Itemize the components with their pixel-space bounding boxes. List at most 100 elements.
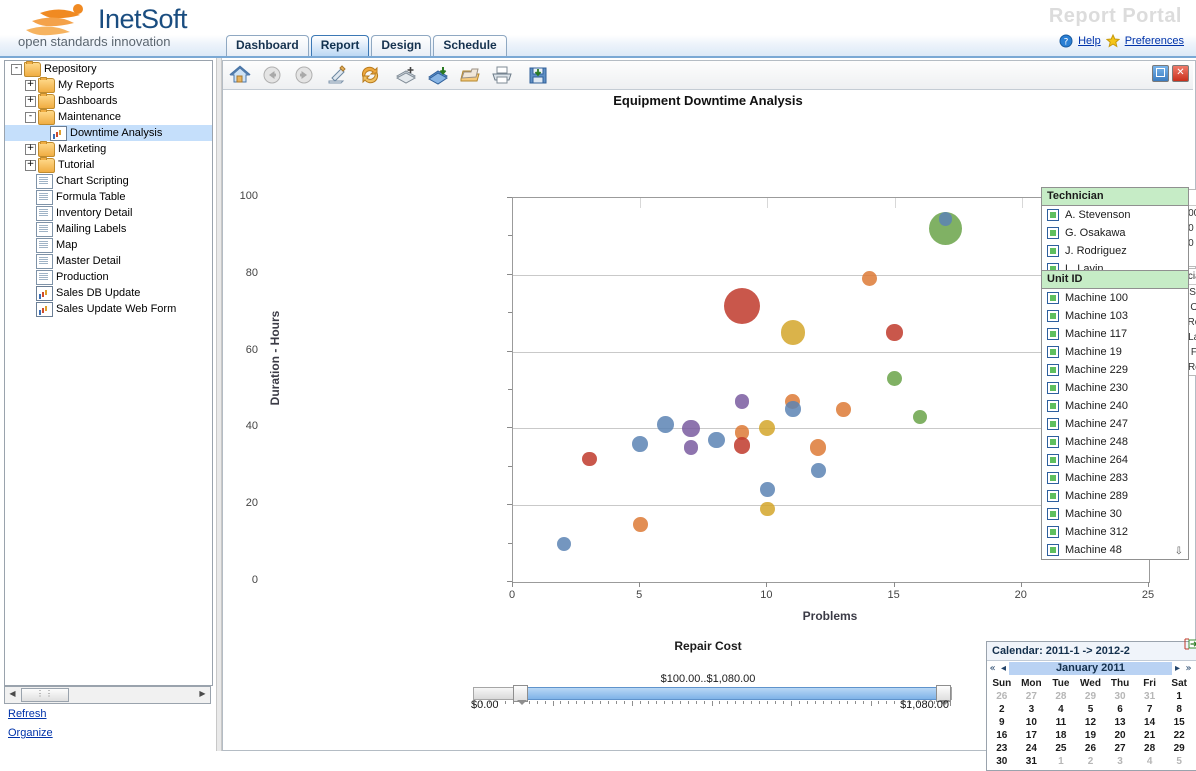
checkbox-icon[interactable] xyxy=(1047,382,1059,394)
save-bookmark-icon[interactable] xyxy=(427,65,449,85)
tree-item-marketing[interactable]: +Marketing xyxy=(5,141,212,157)
calendar-day[interactable]: 30 xyxy=(987,755,1017,768)
data-point[interactable] xyxy=(785,401,800,416)
open-folder-icon[interactable] xyxy=(459,65,481,85)
calendar-day[interactable]: 28 xyxy=(1046,690,1076,703)
calendar-last-button[interactable]: » xyxy=(1183,663,1194,674)
selection-item[interactable]: Machine 19 xyxy=(1042,343,1188,361)
preferences-link[interactable]: Preferences xyxy=(1125,35,1184,47)
tree-toggle-icon[interactable]: + xyxy=(25,80,36,91)
calendar-next-button[interactable]: ▸ xyxy=(1172,663,1183,674)
selection-item[interactable]: Machine 283 xyxy=(1042,469,1188,487)
star-icon[interactable] xyxy=(1106,34,1120,48)
calendar-day[interactable]: 8 xyxy=(1164,703,1194,716)
calendar-day[interactable]: 6 xyxy=(1105,703,1135,716)
drag-arrow-icon[interactable] xyxy=(1183,638,1196,651)
selection-item[interactable]: Machine 247 xyxy=(1042,415,1188,433)
data-point[interactable] xyxy=(724,288,760,324)
selection-item[interactable]: Machine 103 xyxy=(1042,307,1188,325)
tree-item-map[interactable]: Map xyxy=(5,237,212,253)
selection-item[interactable]: Machine 117 xyxy=(1042,325,1188,343)
tab-report[interactable]: Report xyxy=(311,35,370,56)
selection-item[interactable]: Machine 289 xyxy=(1042,487,1188,505)
selection-item[interactable]: Machine 100 xyxy=(1042,289,1188,307)
tree-item-master-detail[interactable]: Master Detail xyxy=(5,253,212,269)
calendar-day[interactable]: 21 xyxy=(1135,729,1165,742)
selection-item[interactable]: A. Stevenson xyxy=(1042,206,1188,224)
data-point[interactable] xyxy=(735,394,750,409)
checkbox-icon[interactable] xyxy=(1047,328,1059,340)
calendar-day[interactable]: 24 xyxy=(1017,742,1047,755)
calendar-day[interactable]: 26 xyxy=(1076,742,1106,755)
tree-item-formula-table[interactable]: Formula Table xyxy=(5,189,212,205)
data-point[interactable] xyxy=(759,420,775,436)
repository-tree[interactable]: -Repository+My Reports+Dashboards-Mainte… xyxy=(4,60,213,686)
calendar-day[interactable]: 14 xyxy=(1135,716,1165,729)
selection-item[interactable]: Machine 264 xyxy=(1042,451,1188,469)
data-point[interactable] xyxy=(760,482,775,497)
calendar-day[interactable]: 27 xyxy=(1017,690,1047,703)
calendar-day[interactable]: 3 xyxy=(1105,755,1135,768)
tree-horizontal-scrollbar[interactable]: ◀ ⋮⋮ ▶ xyxy=(4,686,211,704)
calendar-day[interactable]: 3 xyxy=(1017,703,1047,716)
calendar-day[interactable]: 29 xyxy=(1076,690,1106,703)
data-point[interactable] xyxy=(913,410,927,424)
slider-selected-range[interactable] xyxy=(519,687,945,700)
tree-toggle-icon[interactable]: + xyxy=(25,144,36,155)
tree-item-my-reports[interactable]: +My Reports xyxy=(5,77,212,93)
data-point[interactable] xyxy=(886,324,902,340)
data-point[interactable] xyxy=(632,436,648,452)
tree-item-repository[interactable]: -Repository xyxy=(5,61,212,77)
data-point[interactable] xyxy=(781,320,806,345)
selection-item[interactable]: Machine 248 xyxy=(1042,433,1188,451)
selection-list-unit-id[interactable]: Unit ID Machine 100Machine 103Machine 11… xyxy=(1041,270,1189,560)
organize-link[interactable]: Organize xyxy=(8,727,53,739)
checkbox-icon[interactable] xyxy=(1047,364,1059,376)
checkbox-icon[interactable] xyxy=(1047,346,1059,358)
data-point[interactable] xyxy=(582,452,597,467)
calendar-day[interactable]: 27 xyxy=(1105,742,1135,755)
checkbox-icon[interactable] xyxy=(1047,292,1059,304)
data-point[interactable] xyxy=(708,432,724,448)
maximize-button[interactable] xyxy=(1152,65,1169,82)
scroll-right-arrow-icon[interactable]: ▶ xyxy=(196,688,209,700)
selection-item[interactable]: Machine 229 xyxy=(1042,361,1188,379)
calendar-day[interactable]: 20 xyxy=(1105,729,1135,742)
tab-dashboard[interactable]: Dashboard xyxy=(226,35,309,56)
tree-item-sales-db-update[interactable]: Sales DB Update xyxy=(5,285,212,301)
calendar-day[interactable]: 11 xyxy=(1046,716,1076,729)
selection-item[interactable]: Machine 48 xyxy=(1042,541,1188,559)
scroll-left-arrow-icon[interactable]: ◀ xyxy=(6,688,19,700)
slider-handle-min[interactable] xyxy=(513,685,528,702)
selection-item[interactable]: G. Osakawa xyxy=(1042,224,1188,242)
scroll-thumb[interactable]: ⋮⋮ xyxy=(21,688,69,702)
edit-pencil-icon[interactable] xyxy=(327,65,349,85)
calendar-day[interactable]: 28 xyxy=(1135,742,1165,755)
scroll-down-icon[interactable]: ⇩ xyxy=(1175,546,1183,557)
calendar-widget[interactable]: Calendar: 2011-1 -> 2012-2 «◂January 201… xyxy=(986,641,1196,771)
tab-schedule[interactable]: Schedule xyxy=(433,35,506,56)
tree-item-production[interactable]: Production xyxy=(5,269,212,285)
calendar-day[interactable]: 25 xyxy=(1046,742,1076,755)
calendar-first-button[interactable]: « xyxy=(987,663,998,674)
calendar-day[interactable]: 17 xyxy=(1017,729,1047,742)
tree-item-sales-update-web-form[interactable]: Sales Update Web Form xyxy=(5,301,212,317)
tree-toggle-icon[interactable]: - xyxy=(25,112,36,123)
calendar-day[interactable]: 31 xyxy=(1017,755,1047,768)
checkbox-icon[interactable] xyxy=(1047,472,1059,484)
back-arrow-icon[interactable] xyxy=(261,65,283,85)
checkbox-icon[interactable] xyxy=(1047,490,1059,502)
tree-toggle-icon[interactable]: + xyxy=(25,96,36,107)
checkbox-icon[interactable] xyxy=(1047,227,1059,239)
tree-item-tutorial[interactable]: +Tutorial xyxy=(5,157,212,173)
question-circle-icon[interactable]: ? xyxy=(1059,34,1073,48)
selection-item[interactable]: Machine 30 xyxy=(1042,505,1188,523)
close-button[interactable]: ✕ xyxy=(1172,65,1189,82)
tree-item-downtime-analysis[interactable]: Downtime Analysis xyxy=(5,125,212,141)
data-point[interactable] xyxy=(557,537,571,551)
help-link[interactable]: Help xyxy=(1078,35,1101,47)
data-point[interactable] xyxy=(682,420,699,437)
calendar-day[interactable]: 29 xyxy=(1164,742,1194,755)
data-point[interactable] xyxy=(734,437,750,453)
data-point[interactable] xyxy=(811,463,826,478)
